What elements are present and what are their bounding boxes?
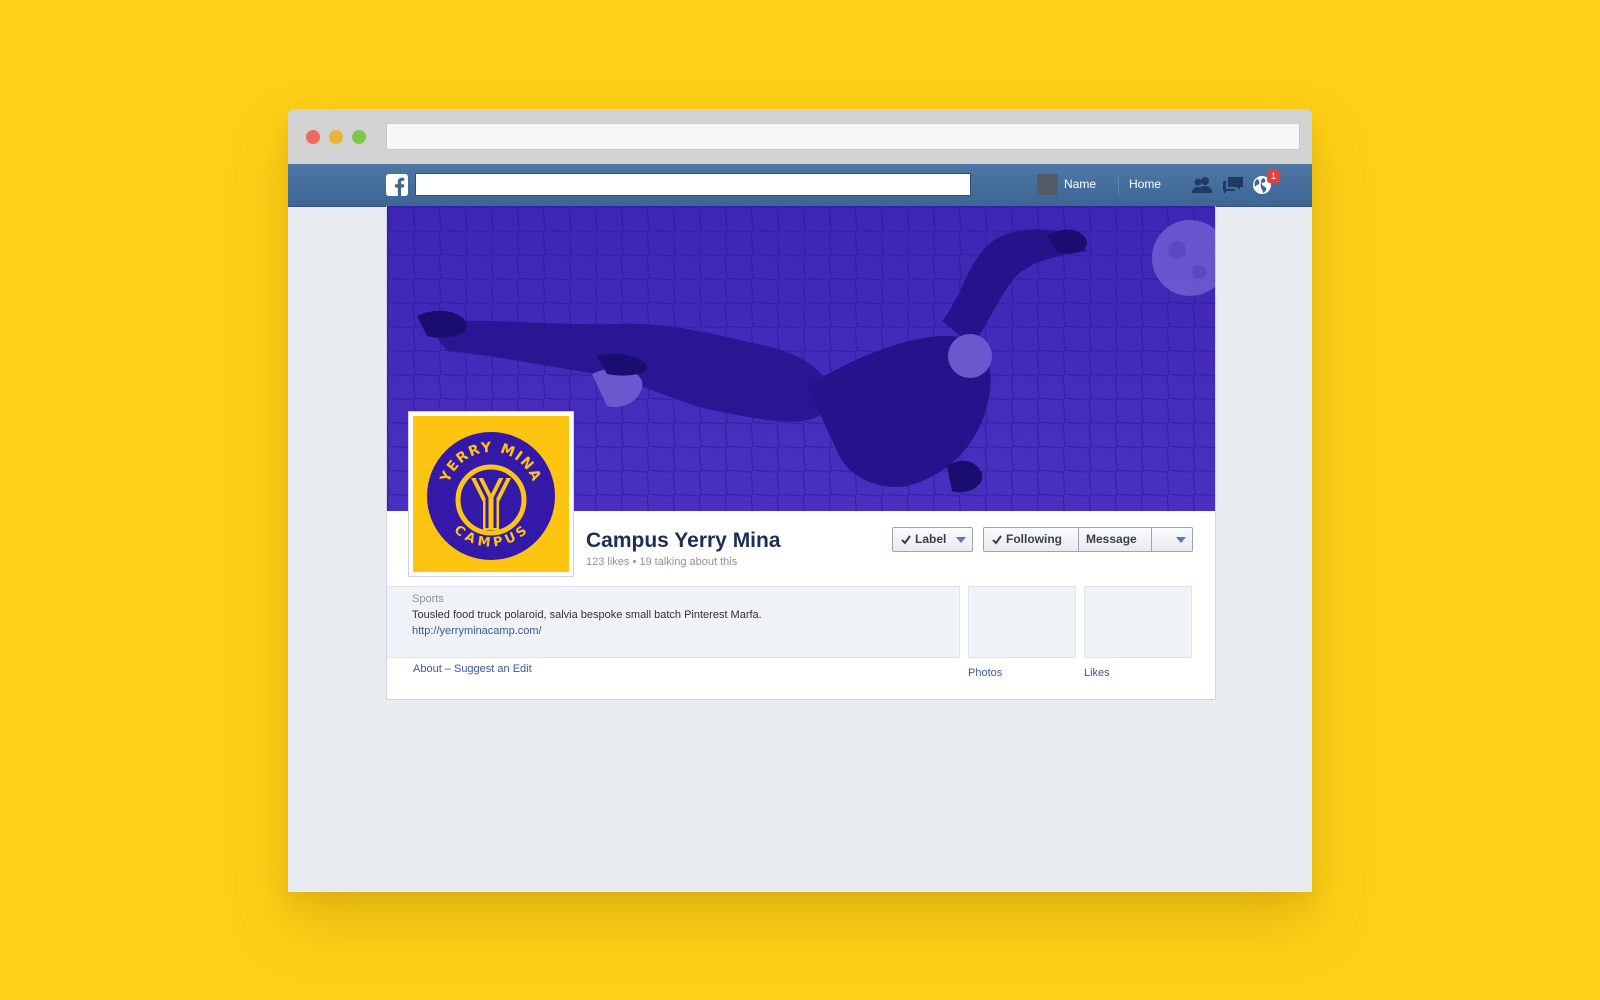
search-input[interactable] xyxy=(415,173,971,196)
photos-thumbnail[interactable] xyxy=(968,586,1076,658)
friends-icon[interactable] xyxy=(1190,174,1214,196)
website-link[interactable]: http://yerryminacamp.com/ xyxy=(412,625,542,637)
about-suggest-edit-link[interactable]: About – Suggest an Edit xyxy=(413,663,532,675)
about-description: Tousled food truck polaroid, salvia besp… xyxy=(412,609,762,621)
photos-link[interactable]: Photos xyxy=(968,667,1002,679)
checkmark-icon xyxy=(901,535,911,545)
facebook-top-bar: Name Home 1 xyxy=(288,164,1312,207)
page-title: Campus Yerry Mina xyxy=(586,529,781,552)
about-section: Sports Tousled food truck polaroid, salv… xyxy=(387,586,960,658)
checkmark-icon xyxy=(992,535,1002,545)
browser-window: Name Home 1 YERRY MINA CAMPUS Campus Yer… xyxy=(288,109,1312,892)
facebook-page-card: YERRY MINA CAMPUS Campus Yerry Mina 123 … xyxy=(386,206,1216,700)
nav-divider xyxy=(1118,174,1119,196)
chevron-down-icon xyxy=(1176,537,1186,543)
more-options-button[interactable] xyxy=(1152,528,1192,551)
following-message-button-group: Following Message xyxy=(983,527,1193,552)
address-bar[interactable] xyxy=(386,123,1300,150)
browser-titlebar xyxy=(288,109,1312,164)
close-window-button[interactable] xyxy=(306,130,320,144)
profile-picture[interactable]: YERRY MINA CAMPUS xyxy=(408,411,574,577)
campus-logo-icon: YERRY MINA CAMPUS xyxy=(413,416,569,572)
facebook-logo-icon[interactable] xyxy=(386,174,408,196)
label-button[interactable]: Label xyxy=(892,527,973,552)
following-button[interactable]: Following xyxy=(984,528,1078,551)
avatar[interactable] xyxy=(1037,174,1058,195)
notification-badge: 1 xyxy=(1267,170,1280,183)
maximize-window-button[interactable] xyxy=(352,130,366,144)
following-button-text: Following xyxy=(1006,532,1062,546)
message-button[interactable]: Message xyxy=(1079,528,1151,551)
message-button-text: Message xyxy=(1086,532,1137,546)
likes-link[interactable]: Likes xyxy=(1084,667,1110,679)
chevron-down-icon xyxy=(956,537,966,543)
nav-user-name[interactable]: Name xyxy=(1064,177,1096,191)
about-category: Sports xyxy=(412,593,444,605)
minimize-window-button[interactable] xyxy=(329,130,343,144)
likes-thumbnail[interactable] xyxy=(1084,586,1192,658)
messages-icon[interactable] xyxy=(1221,174,1245,196)
page-stats: 123 likes • 19 talking about this xyxy=(586,556,738,568)
label-button-text: Label xyxy=(915,532,947,546)
nav-home-link[interactable]: Home xyxy=(1129,177,1161,191)
